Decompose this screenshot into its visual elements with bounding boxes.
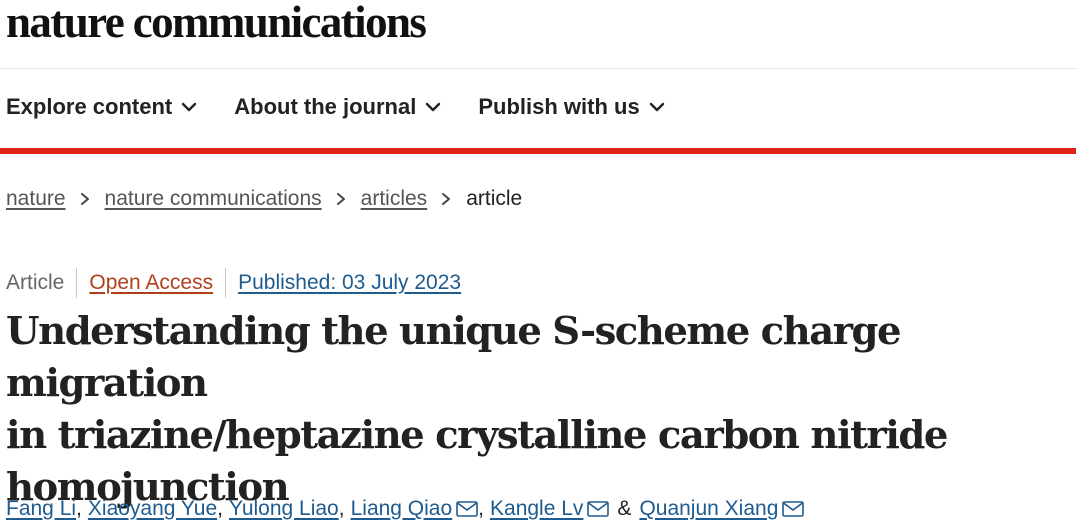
email-icon[interactable] <box>456 501 478 517</box>
main-nav: Explore content About the journal Publis… <box>6 94 702 120</box>
author-separator: , <box>76 497 82 520</box>
nav-explore-content[interactable]: Explore content <box>6 94 197 120</box>
nav-explore-content-label: Explore content <box>6 94 173 119</box>
author-link[interactable]: Fang Li <box>6 497 76 521</box>
masthead-divider <box>0 68 1076 69</box>
author-separator: , <box>338 497 345 520</box>
open-access-link[interactable]: Open Access <box>89 271 213 295</box>
nav-about-journal-label: About the journal <box>234 94 417 119</box>
article-meta: Article Open Access Published: 03 July 2… <box>6 268 461 298</box>
nav-publish-with-us[interactable]: Publish with us <box>478 94 664 120</box>
meta-divider <box>225 268 227 298</box>
author-link[interactable]: Yulong Liao <box>229 497 339 521</box>
author-link[interactable]: Quanjun Xiang <box>639 497 778 521</box>
author-link[interactable]: Liang Qiao <box>351 497 453 521</box>
author-separator: , <box>478 497 485 520</box>
email-icon[interactable] <box>782 501 805 517</box>
author-link[interactable]: Kangle Lv <box>490 497 583 521</box>
nav-publish-with-us-label: Publish with us <box>478 94 640 119</box>
breadcrumb-nature-communications[interactable]: nature communications <box>105 187 322 211</box>
chevron-down-icon <box>181 101 197 113</box>
author-list: Fang Li, Xiaoyang Yue, Yulong Liao, Lian… <box>6 497 805 521</box>
article-title: Understanding the unique S-scheme charge… <box>6 306 1076 514</box>
article-title-line: in triazine/heptazine crystalline carbon… <box>6 413 948 458</box>
journal-logo[interactable]: nature communications <box>6 0 427 48</box>
chevron-right-icon <box>441 192 451 206</box>
author-separator: , <box>217 497 223 520</box>
chevron-down-icon <box>649 101 665 113</box>
nav-about-journal[interactable]: About the journal <box>234 94 441 120</box>
breadcrumb: nature nature communications articles ar… <box>6 187 522 211</box>
chevron-right-icon <box>80 192 90 206</box>
nav-accent-bar <box>0 148 1076 154</box>
chevron-down-icon <box>425 101 441 113</box>
chevron-right-icon <box>336 192 346 206</box>
email-icon[interactable] <box>587 501 610 517</box>
article-title-line: Understanding the unique S-scheme charge… <box>6 309 902 406</box>
published-date-link[interactable]: Published: 03 July 2023 <box>238 271 461 295</box>
breadcrumb-nature[interactable]: nature <box>6 187 66 211</box>
breadcrumb-articles[interactable]: articles <box>361 187 428 211</box>
author-link[interactable]: Xiaoyang Yue <box>88 497 217 521</box>
breadcrumb-current: article <box>466 187 523 210</box>
article-type: Article <box>6 271 65 294</box>
meta-divider <box>76 268 78 298</box>
author-ampersand: & <box>617 497 632 520</box>
